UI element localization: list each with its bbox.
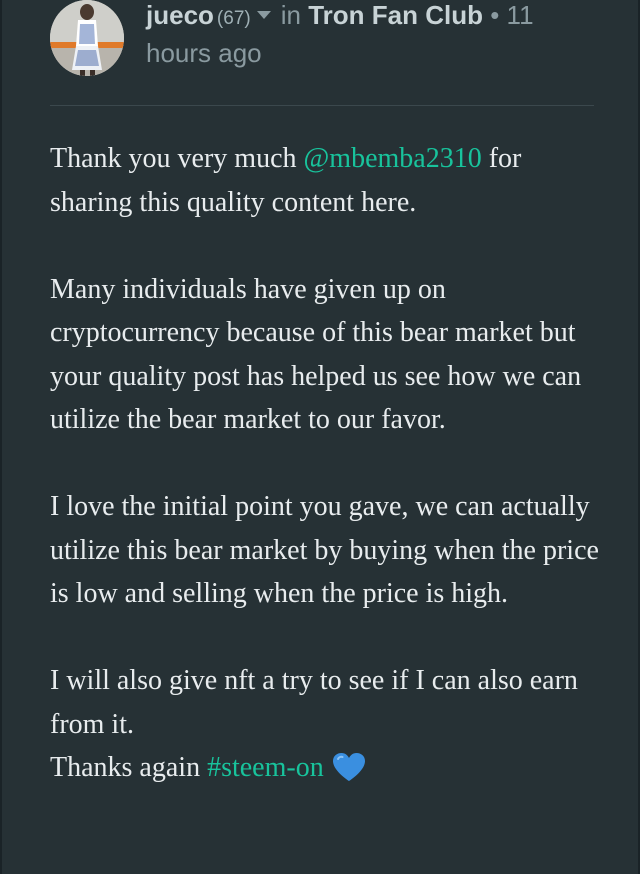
comment-paragraph-5: Thanks again #steem-on	[50, 746, 610, 796]
in-label: in	[280, 0, 301, 30]
user-mention-link[interactable]: @mbemba2310	[304, 143, 482, 174]
author-avatar[interactable]	[50, 0, 124, 76]
post-meta: jueco (67) in Tron Fan Club • 11 hours ago	[146, 0, 576, 70]
blue-heart-icon	[332, 752, 366, 796]
meta-separator: •	[490, 0, 500, 30]
community-link[interactable]: Tron Fan Club	[308, 0, 483, 30]
paragraph-text: Thank you very much	[50, 143, 304, 174]
header-divider	[50, 105, 594, 106]
author-name[interactable]: jueco	[146, 0, 214, 30]
comment-header: jueco (67) in Tron Fan Club • 11 hours ago	[50, 0, 610, 86]
paragraph-text: Thanks again	[50, 752, 208, 783]
comment-paragraph-4: I will also give nft a try to see if I c…	[50, 665, 578, 740]
comment-paragraph-2: Many individuals have given up on crypto…	[50, 273, 582, 436]
comment-paragraph-3: I love the initial point you gave, we ca…	[50, 491, 599, 609]
comment-card: jueco (67) in Tron Fan Club • 11 hours ago…	[0, 0, 640, 874]
comment-paragraph-1: Thank you very much @mbemba2310 for shar…	[50, 137, 610, 224]
hashtag-link[interactable]: #steem-on	[207, 752, 324, 783]
comment-body: Thank you very much @mbemba2310 for shar…	[50, 137, 610, 796]
chevron-down-icon[interactable]	[256, 11, 271, 20]
author-reputation: (67)	[216, 8, 251, 29]
